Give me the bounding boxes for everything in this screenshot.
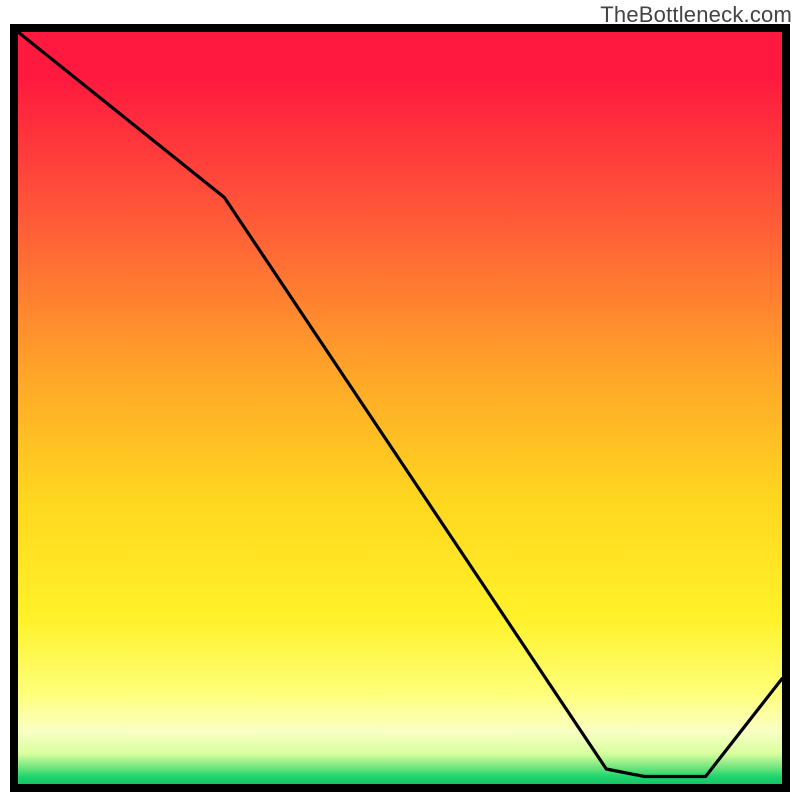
plot-area <box>18 32 782 784</box>
watermark-text: TheBottleneck.com <box>600 2 792 28</box>
chart-stage: TheBottleneck.com <box>0 0 800 800</box>
bottleneck-line <box>18 32 782 784</box>
